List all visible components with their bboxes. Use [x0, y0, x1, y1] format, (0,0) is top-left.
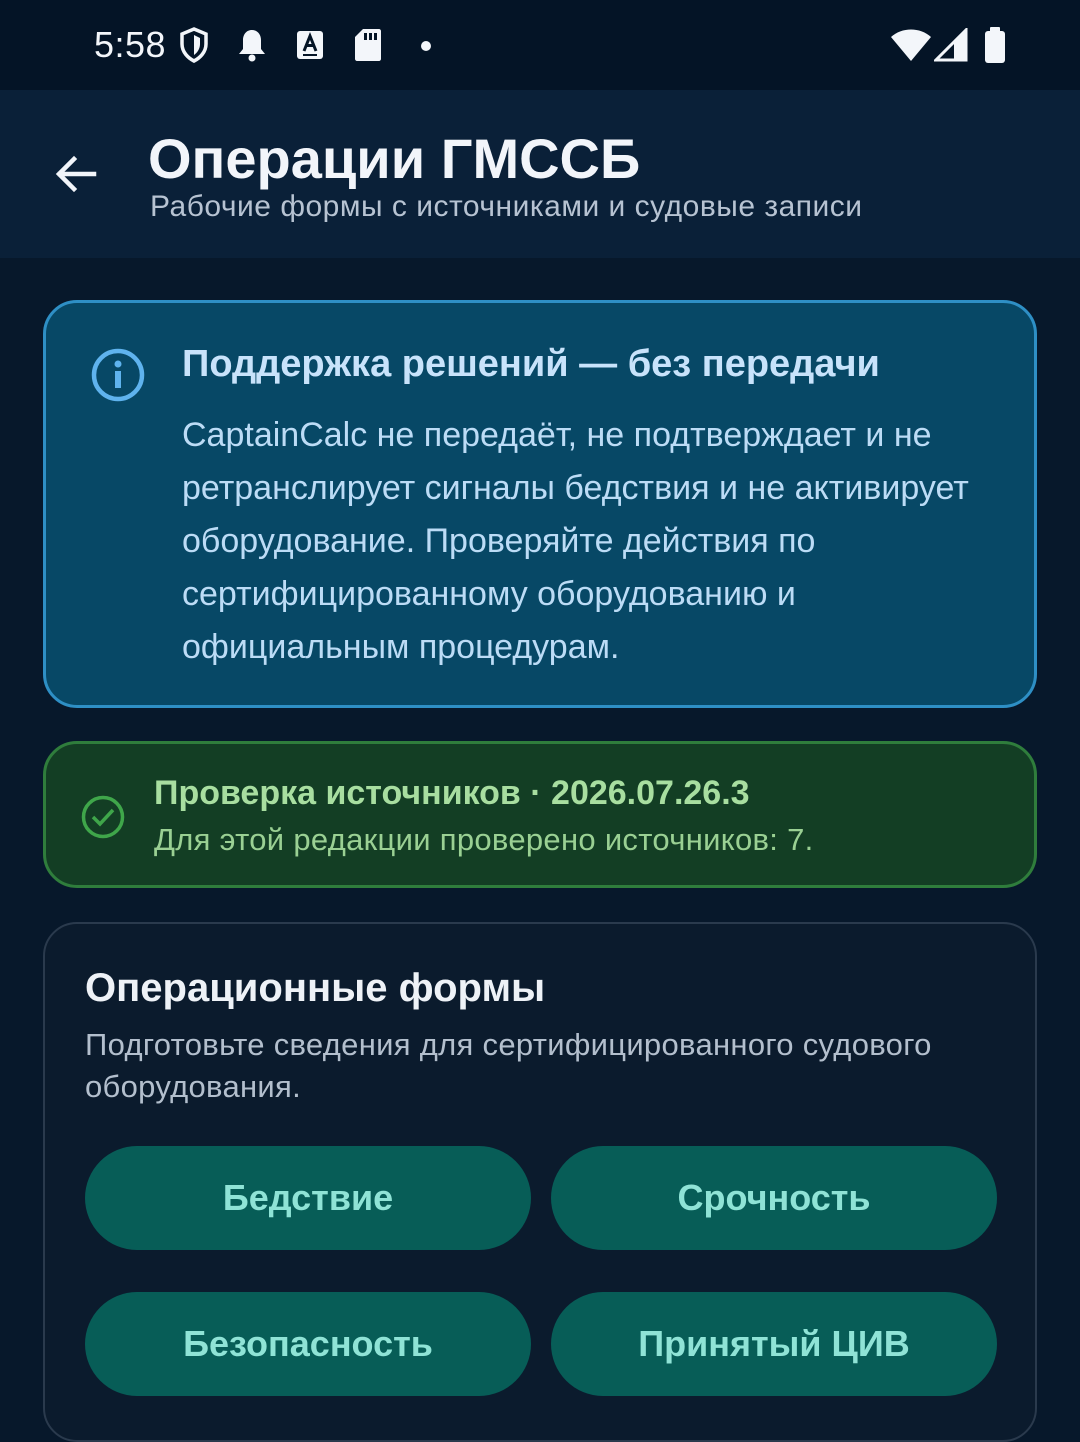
status-bar: 5:58 — [0, 0, 1080, 90]
sd-card-icon — [355, 29, 381, 61]
shield-icon — [180, 27, 208, 63]
decision-support-card: Поддержка решений — без передачи Captain… — [43, 300, 1037, 708]
app-bar: Операции ГМССБ Рабочие формы с источника… — [0, 90, 1080, 258]
notification-bell-icon — [239, 30, 265, 62]
urgency-button[interactable]: Срочность — [551, 1146, 997, 1250]
received-dsc-button[interactable]: Принятый ЦИВ — [551, 1292, 997, 1396]
page-title: Операции ГМССБ — [148, 127, 641, 190]
arrow-left-icon[interactable] — [52, 150, 100, 198]
source-card-body: Для этой редакции проверено источников: … — [154, 822, 814, 857]
distress-button[interactable]: Бедствие — [85, 1146, 531, 1250]
check-circle-icon — [81, 795, 125, 839]
wifi-icon — [891, 29, 931, 61]
safety-button[interactable]: Безопасность — [85, 1292, 531, 1396]
battery-icon — [985, 27, 1005, 63]
source-card-title: Проверка источников · 2026.07.26.3 — [154, 774, 750, 812]
info-card-title: Поддержка решений — без передачи — [182, 343, 880, 385]
info-card-body: CaptainCalc не передаёт, не подтверждает… — [182, 416, 969, 666]
operational-forms-card: Операционные формы Подготовьте сведения … — [43, 922, 1037, 1442]
forms-card-title: Операционные формы — [85, 966, 546, 1010]
keyboard-a-icon — [297, 31, 323, 59]
forms-card-subtitle: Подготовьте сведения для сертифицированн… — [85, 1027, 932, 1104]
source-verification-card: Проверка источников · 2026.07.26.3 Для э… — [43, 741, 1037, 888]
info-icon — [91, 348, 145, 402]
cell-signal-icon — [934, 28, 968, 62]
status-time: 5:58 — [94, 24, 167, 65]
page-subtitle: Рабочие формы с источниками и судовые за… — [150, 190, 863, 223]
dot-icon — [421, 41, 431, 51]
